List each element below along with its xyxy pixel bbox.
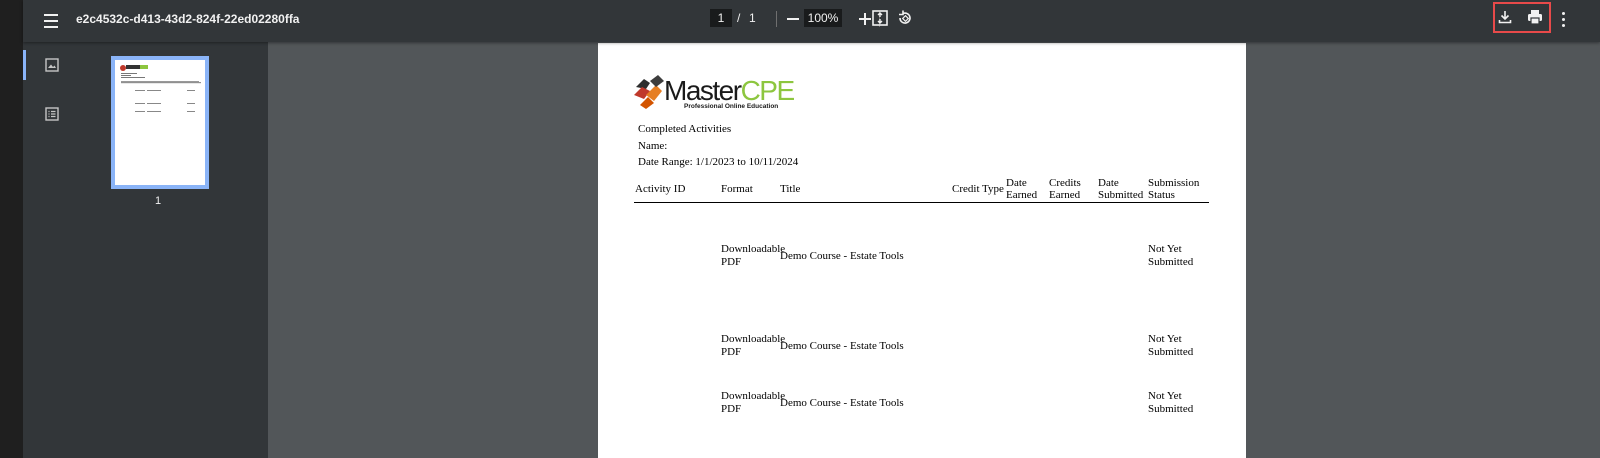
list-icon (45, 107, 59, 121)
more-vertical-icon-dot (1561, 23, 1565, 27)
thumbnail-page-label: 1 (155, 195, 162, 207)
mastercpe-logo: MasterCPE Professional Online Education (632, 73, 802, 113)
col-header-title: Title (780, 183, 801, 195)
left-edge-strip (0, 0, 23, 458)
logo-cpe-text: CPE (740, 75, 796, 106)
row3-title: Demo Course - Estate Tools (780, 397, 904, 409)
page-thumbnail[interactable] (111, 56, 209, 189)
print-icon (1528, 10, 1542, 25)
download-icon (1498, 11, 1512, 24)
fit-to-page-icon (872, 10, 888, 26)
row3-format: Downloadable PDF (721, 390, 786, 415)
more-options-button[interactable] (1558, 8, 1568, 30)
thumbnail-sidebar: 1 (23, 42, 268, 458)
document-title: e2c4532c-d413-43d2-824f-22ed02280ffa (76, 12, 300, 26)
col-header-date-submitted: Date Submitted (1098, 177, 1144, 201)
menu-button[interactable] (39, 9, 63, 33)
row3-status: Not Yet Submitted (1148, 390, 1194, 415)
logo-master-text: Master (664, 75, 742, 106)
page-total: 1 (749, 11, 756, 25)
row2-status: Not Yet Submitted (1148, 333, 1194, 358)
row2-format: Downloadable PDF (721, 333, 786, 358)
col-header-format: Format (721, 183, 753, 195)
more-vertical-icon (1561, 11, 1565, 15)
row1-format: Downloadable PDF (721, 243, 786, 268)
col-header-credits-earned: Credits Earned (1049, 177, 1081, 201)
hamburger-icon-line (44, 20, 58, 22)
download-button[interactable] (1493, 5, 1517, 29)
row2-title: Demo Course - Estate Tools (780, 340, 904, 352)
date-range: Date Range: 1/1/2023 to 10/11/2024 (638, 156, 799, 168)
toolbar-divider (776, 11, 777, 27)
header-rule (634, 202, 1209, 203)
pdf-toolbar: e2c4532c-d413-43d2-824f-22ed02280ffa 1 /… (23, 0, 1600, 42)
logo-tagline: Professional Online Education (684, 103, 779, 110)
row1-status: Not Yet Submitted (1148, 243, 1194, 268)
sidebar-active-indicator (23, 50, 26, 80)
zoom-level-input[interactable]: 100% (804, 9, 842, 27)
hamburger-icon-line (44, 26, 58, 28)
print-button[interactable] (1523, 5, 1547, 29)
hamburger-icon (44, 14, 58, 16)
outline-tab[interactable] (40, 102, 64, 126)
more-vertical-icon-dot (1561, 17, 1565, 21)
row1-title: Demo Course - Estate Tools (780, 250, 904, 262)
col-header-submission-status: Submission Status (1148, 177, 1200, 201)
logo-emblem-icon (634, 75, 664, 109)
page-number-input[interactable]: 1 (710, 9, 732, 27)
page-separator: / (737, 11, 741, 25)
col-header-activity-id: Activity ID (635, 183, 686, 195)
thumbnail-preview (120, 65, 201, 112)
rotate-icon (899, 10, 911, 24)
fit-to-page-button[interactable] (868, 6, 892, 30)
image-icon (45, 58, 59, 72)
rotate-button[interactable] (893, 6, 917, 30)
report-heading: Completed Activities (638, 123, 732, 135)
name-label: Name: (638, 140, 668, 152)
pdf-page: MasterCPE Professional Online Education … (598, 43, 1246, 458)
logo-wordmark: MasterCPE (664, 75, 796, 106)
col-header-credit-type: Credit Type (952, 183, 1004, 195)
col-header-date-earned: Date Earned (1006, 177, 1038, 201)
zoom-out-button[interactable] (783, 8, 803, 30)
thumbnails-tab[interactable] (40, 53, 64, 77)
